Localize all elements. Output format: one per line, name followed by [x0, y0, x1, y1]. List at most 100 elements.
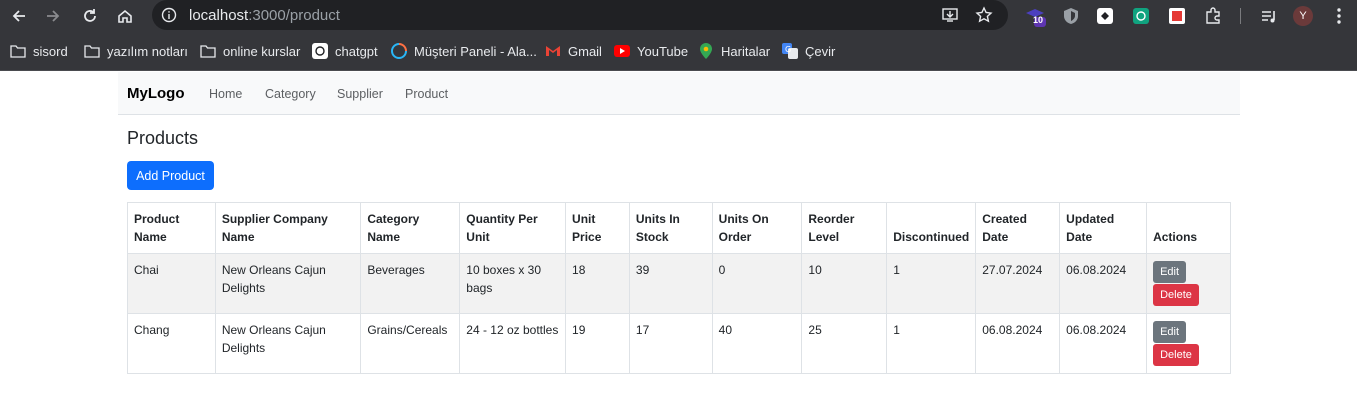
bookmarks-bar: sisord yazılım notları online kurslar ch…: [0, 32, 1357, 71]
cell-units-in-stock: 39: [628, 253, 713, 314]
reload-icon[interactable]: [77, 3, 103, 29]
gmail-icon: [545, 43, 561, 59]
bookmark-haritalar[interactable]: Haritalar: [698, 42, 770, 60]
folder-icon: [200, 43, 216, 59]
cell-reorder-level: 25: [801, 313, 888, 374]
cell-category: Grains/Cereals: [360, 313, 461, 374]
column-header: Quantity Per Unit: [459, 202, 567, 254]
column-header: Unit Price: [565, 202, 630, 254]
bookmark-youtube[interactable]: YouTube: [614, 42, 688, 60]
column-header: Discontinued: [886, 202, 977, 254]
browser-toolbar: localhost:3000/product 10 Y: [0, 0, 1357, 32]
extension-square-icon[interactable]: [1094, 5, 1116, 27]
column-header: Created Date: [975, 202, 1061, 254]
cell-units-in-stock: 17: [628, 313, 713, 374]
url-host: localhost: [189, 7, 249, 24]
delete-button[interactable]: Delete: [1153, 344, 1199, 366]
nav-link-home[interactable]: Home: [209, 87, 242, 101]
column-header: Product Name: [127, 202, 216, 254]
cell-updated-date: 06.08.2024: [1059, 253, 1148, 314]
bookmark-label: Haritalar: [721, 43, 771, 59]
toolbar-divider: [1240, 8, 1241, 24]
cell-created-date: 06.08.2024: [975, 313, 1061, 374]
cell-unit-price: 19: [565, 313, 630, 374]
column-header: Category Name: [360, 202, 461, 254]
profile-initial: Y: [1293, 6, 1313, 26]
bookmark-cevir[interactable]: G Çevir: [782, 42, 835, 60]
maps-icon: [698, 43, 714, 59]
edit-button[interactable]: Edit: [1153, 261, 1187, 283]
column-header: Updated Date: [1059, 202, 1148, 254]
cell-supplier: New Orleans Cajun Delights: [214, 253, 362, 314]
bookmark-label: Gmail: [568, 43, 602, 59]
extension-chatgpt-icon[interactable]: [1130, 5, 1152, 27]
column-header: Supplier Company Name: [214, 202, 362, 254]
forward-icon[interactable]: [40, 3, 66, 29]
cell-quantity-per-unit: 10 boxes x 30 bags: [459, 253, 567, 314]
cell-category: Beverages: [360, 253, 461, 314]
bookmark-musteri-paneli[interactable]: Müşteri Paneli - Ala...: [391, 42, 537, 60]
extension-graduation-icon[interactable]: 10: [1024, 5, 1046, 27]
back-icon[interactable]: [6, 3, 32, 29]
cell-created-date: 27.07.2024: [975, 253, 1061, 314]
youtube-icon: [614, 43, 630, 59]
bookmark-gmail[interactable]: Gmail: [545, 42, 602, 60]
table-header-row: Product Name Supplier Company Name Categ…: [127, 202, 1231, 254]
cell-product-name: Chang: [127, 313, 216, 374]
profile-avatar[interactable]: Y: [1292, 5, 1314, 27]
cell-updated-date: 06.08.2024: [1059, 313, 1148, 374]
table-row: Chang New Orleans Cajun Delights Grains/…: [127, 313, 1231, 374]
cell-unit-price: 18: [565, 253, 630, 314]
extension-badge: 10: [1033, 15, 1044, 25]
svg-text:G: G: [785, 45, 791, 54]
cell-actions: Edit Delete: [1146, 313, 1231, 374]
url-path: :3000/product: [248, 7, 340, 24]
extension-shield-icon[interactable]: [1060, 5, 1082, 27]
nav-link-supplier[interactable]: Supplier: [337, 87, 383, 101]
nav-link-product[interactable]: Product: [405, 87, 448, 101]
folder-icon: [84, 43, 100, 59]
cell-supplier: New Orleans Cajun Delights: [214, 313, 362, 374]
delete-button[interactable]: Delete: [1153, 284, 1199, 306]
menu-kebab-icon[interactable]: [1328, 5, 1350, 27]
cell-reorder-level: 10: [801, 253, 888, 314]
table-row: Chai New Orleans Cajun Delights Beverage…: [127, 253, 1231, 314]
bookmark-label: sisord: [33, 43, 68, 59]
url-text: localhost:3000/product: [189, 7, 340, 24]
bookmark-sisord[interactable]: sisord: [10, 42, 68, 60]
cell-product-name: Chai: [127, 253, 216, 314]
bookmark-online-kurslar[interactable]: online kurslar: [200, 42, 300, 60]
extensions-puzzle-icon[interactable]: [1202, 5, 1224, 27]
cell-discontinued: 1: [886, 253, 977, 314]
column-header: Units In Stock: [628, 202, 713, 254]
chatgpt-icon: [312, 43, 328, 59]
bookmark-label: YouTube: [637, 43, 689, 59]
column-header: Units On Order: [711, 202, 803, 254]
cell-actions: Edit Delete: [1146, 253, 1231, 314]
nav-link-category[interactable]: Category: [265, 87, 316, 101]
products-table: Product Name Supplier Company Name Categ…: [127, 202, 1231, 374]
bookmark-chatgpt[interactable]: chatgpt: [312, 42, 378, 60]
bookmark-star-icon[interactable]: [974, 5, 994, 25]
cell-discontinued: 1: [886, 313, 977, 374]
bookmark-label: chatgpt: [335, 43, 378, 59]
cell-units-on-order: 40: [711, 313, 803, 374]
extension-red-icon[interactable]: [1166, 5, 1188, 27]
app-navbar: MyLogo Home Category Supplier Product: [118, 72, 1240, 115]
column-header: Actions: [1146, 202, 1231, 254]
bookmark-label: online kurslar: [223, 43, 301, 59]
brand-logo[interactable]: MyLogo: [127, 85, 185, 102]
address-bar[interactable]: localhost:3000/product: [152, 0, 1008, 30]
folder-icon: [10, 43, 26, 59]
edit-button[interactable]: Edit: [1153, 321, 1187, 343]
panel-icon: [391, 43, 407, 59]
bookmark-yazilim-notlari[interactable]: yazılım notları: [84, 42, 188, 60]
install-app-icon[interactable]: [940, 5, 960, 25]
media-playlist-icon[interactable]: [1258, 5, 1280, 27]
site-info-icon[interactable]: [160, 6, 178, 24]
bookmark-label: Çevir: [805, 43, 836, 59]
column-header: Reorder Level: [801, 202, 888, 254]
home-icon[interactable]: [112, 3, 138, 29]
bookmark-label: yazılım notları: [107, 43, 188, 59]
add-product-button[interactable]: Add Product: [127, 161, 214, 190]
